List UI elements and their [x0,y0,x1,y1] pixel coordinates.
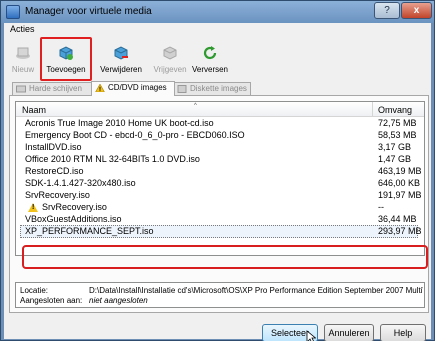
help-button[interactable]: Help [380,324,426,341]
tab-cd-dvd[interactable]: CD/DVD images [91,81,175,96]
attached-value: niet aangesloten [89,296,148,305]
warning-icon [95,84,105,92]
selected-item-highlight [22,245,428,269]
remove-button[interactable]: Verwijderen [96,39,146,79]
mouse-pointer-icon [306,330,316,341]
item-size: -- [378,202,384,212]
remove-label: Verwijderen [100,65,142,74]
cd-dvd-panel: ^ Naam Omvang Acronis True Image 2010 Ho… [9,95,429,313]
refresh-button[interactable]: Verversen [190,39,230,79]
list-item-selected[interactable]: XP_PERFORMANCE_SEPT.iso 293,97 MB [16,225,424,238]
item-size: 646,00 KB [378,178,421,188]
menu-acties[interactable]: Acties [10,24,35,34]
release-label: Vrijgeven [153,65,187,74]
remove-disk-icon [114,46,128,60]
list-item[interactable]: SrvRecovery.iso 191,97 MB [16,190,424,201]
window-title: Manager voor virtuele media [25,6,152,17]
item-name: Office 2010 RTM NL 32-64BITs 1.0 DVD.iso [25,154,200,164]
image-list[interactable]: ^ Naam Omvang Acronis True Image 2010 Ho… [15,101,425,256]
item-size: 72,75 MB [378,118,417,128]
floppy-icon [177,85,187,93]
refresh-icon [203,46,217,60]
attached-label: Aangesloten aan: [20,296,83,305]
list-item[interactable]: SDK-1.4.1.427-320x480.iso 646,00 KB [16,178,424,189]
column-size-header[interactable]: Omvang [378,105,412,115]
new-button[interactable]: Nieuw [6,39,40,79]
item-name: SDK-1.4.1.427-320x480.iso [25,178,136,188]
item-name: XP_PERFORMANCE_SEPT.iso [25,226,154,236]
item-name: SrvRecovery.iso [42,202,107,212]
list-item[interactable]: InstallDVD.iso 3,17 GB [16,142,424,153]
tab-floppy-label: Diskette images [190,84,247,93]
new-label: Nieuw [11,65,35,74]
list-item[interactable]: RestoreCD.iso 463,19 MB [16,166,424,177]
list-item[interactable]: SrvRecovery.iso -- [16,202,424,213]
info-box: Locatie: D:\Data\Install\Installatie cd'… [15,282,425,308]
list-header: ^ Naam Omvang [16,102,424,117]
location-label: Locatie: [20,286,49,295]
list-item[interactable]: VBoxGuestAdditions.iso 36,44 MB [16,214,424,225]
list-item[interactable]: Office 2010 RTM NL 32-64BITs 1.0 DVD.iso… [16,154,424,165]
item-name: SrvRecovery.iso [25,190,90,200]
app-icon [6,5,20,19]
item-name: Acronis True Image 2010 Home UK boot-cd.… [25,118,214,128]
refresh-label: Verversen [191,65,229,74]
media-tabs: Harde schijven CD/DVD images Diskette im… [9,81,429,96]
list-item[interactable]: Acronis True Image 2010 Home UK boot-cd.… [16,118,424,129]
item-size: 36,44 MB [378,214,417,224]
toolbar: Nieuw Toevoegen Verwijderen Vrijgeven Ve… [4,37,431,81]
help-icon[interactable]: ? [374,2,400,19]
item-size: 191,97 MB [378,190,422,200]
item-size: 463,19 MB [378,166,422,176]
item-size: 58,53 MB [378,130,417,140]
tab-cd-dvd-label: CD/DVD images [108,83,167,92]
tab-hard-disks-label: Harde schijven [29,84,82,93]
new-disk-icon [16,47,30,59]
item-name: RestoreCD.iso [25,166,84,176]
list-item[interactable]: Emergency Boot CD - ebcd-0_6_0-pro - EBC… [16,130,424,141]
close-icon[interactable]: x [401,2,432,19]
cancel-button[interactable]: Annuleren [324,324,374,341]
warning-icon [28,203,38,212]
release-disk-icon [163,46,177,60]
location-value: D:\Data\Install\Installatie cd's\Microso… [89,286,423,295]
item-size: 3,17 GB [378,142,412,152]
item-size: 293,97 MB [378,226,422,236]
item-name: InstallDVD.iso [25,142,82,152]
sort-arrow-icon: ^ [194,103,197,109]
item-size: 1,47 GB [378,154,412,164]
dialog-window: Manager voor virtuele media ? x Acties N… [0,0,435,341]
add-button-highlight [40,37,92,81]
hard-disk-icon [16,85,26,93]
dialog-client: Acties Nieuw Toevoegen Verwijderen Vrijg… [4,23,431,341]
tab-floppy[interactable]: Diskette images [173,82,251,95]
column-name-header[interactable]: Naam [22,105,46,115]
menu-bar: Acties [4,23,431,37]
release-button[interactable]: Vrijgeven [148,39,192,79]
item-name: VBoxGuestAdditions.iso [25,214,122,224]
title-bar[interactable]: Manager voor virtuele media ? x [1,1,434,23]
item-name: Emergency Boot CD - ebcd-0_6_0-pro - EBC… [25,130,245,140]
tab-hard-disks[interactable]: Harde schijven [12,82,92,95]
column-separator[interactable] [372,102,373,117]
